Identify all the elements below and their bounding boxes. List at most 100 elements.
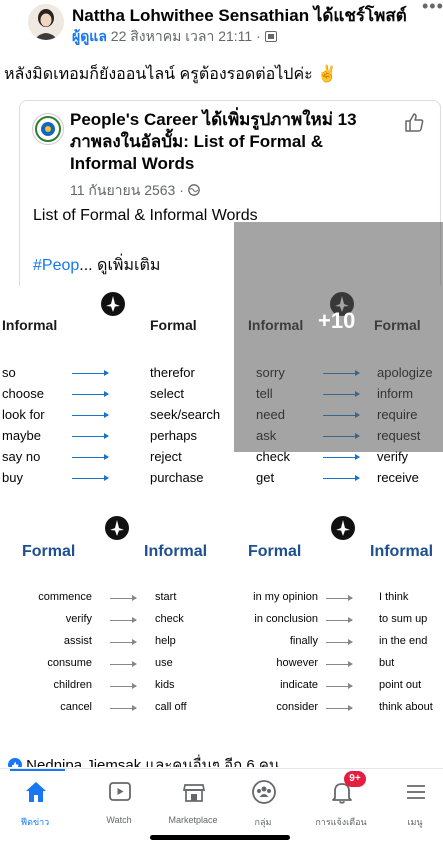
home-indicator xyxy=(150,835,290,840)
tab-groups[interactable]: กลุ่ม xyxy=(228,769,298,829)
tab-watch[interactable]: Watch xyxy=(84,769,154,829)
more-photos-count[interactable]: +10 xyxy=(318,308,355,334)
word-right: call off xyxy=(155,701,187,713)
arrow-icon xyxy=(326,594,353,601)
audience-icon xyxy=(264,28,277,44)
tab-label: ฟีดข่าว xyxy=(20,817,50,827)
arrow-icon xyxy=(72,474,109,481)
word-left: choose xyxy=(2,386,44,401)
column-heading: Informal xyxy=(370,543,434,560)
likers-summary[interactable]: Nednipa Jiemsak และคนอื่นๆ อีก 6 คน xyxy=(8,753,279,767)
word-left: maybe xyxy=(2,428,42,443)
word-right: help xyxy=(155,635,176,647)
word-right: therefor xyxy=(150,365,195,380)
word-right: select xyxy=(150,386,184,401)
word-left: in conclusion xyxy=(254,613,318,625)
tab-label: Watch xyxy=(106,815,132,825)
post-timestamp[interactable]: 22 สิงหาคม เวลา 21:11 · xyxy=(111,28,261,44)
word-left: so xyxy=(2,365,16,380)
word-left: consider xyxy=(276,701,318,713)
arrow-icon xyxy=(326,638,353,645)
word-right: start xyxy=(155,591,177,603)
photo-tile-1[interactable]: Informal Formal so therefor choose select look… xyxy=(0,287,230,507)
post-card: Nattha Lohwithee Sensathian ได้แชร์โพสต์… xyxy=(0,0,443,847)
column-heading: Formal xyxy=(150,317,197,333)
word-left: look for xyxy=(2,407,45,422)
tab-label: การแจ้งเตือน xyxy=(315,817,367,827)
poster-avatar[interactable] xyxy=(28,4,64,40)
career-logo-icon xyxy=(330,515,356,541)
home-icon xyxy=(23,779,49,805)
career-logo-icon xyxy=(104,515,130,541)
word-left: verify xyxy=(65,613,92,625)
word-right: purchase xyxy=(150,470,204,485)
word-right: seek/search xyxy=(150,407,221,422)
reaction-like-icon xyxy=(8,757,22,767)
word-left: get xyxy=(256,470,275,485)
notification-badge: 9+ xyxy=(344,771,366,787)
word-left: commence xyxy=(38,591,92,603)
word-right: but xyxy=(379,657,395,669)
arrow-icon xyxy=(110,704,137,711)
tab-menu[interactable]: เมนู xyxy=(380,769,443,829)
tab-marketplace[interactable]: Marketplace xyxy=(158,769,228,829)
arrow-icon xyxy=(326,682,353,689)
word-right: kids xyxy=(155,679,175,691)
word-left: consume xyxy=(47,657,92,669)
arrow-icon xyxy=(110,660,137,667)
column-heading: Formal xyxy=(248,543,302,560)
arrow-icon xyxy=(110,682,137,689)
tab-label: กลุ่ม xyxy=(254,817,272,827)
tab-notifications[interactable]: 9+ การแจ้งเตือน xyxy=(306,769,376,829)
like-icon[interactable] xyxy=(403,111,425,133)
more-photos-overlay[interactable] xyxy=(234,222,443,452)
arrow-icon xyxy=(72,432,109,439)
word-left: however xyxy=(276,657,318,669)
tab-news-feed[interactable]: ฟีดข่าว xyxy=(0,769,70,829)
word-left: in my opinion xyxy=(253,591,318,603)
word-right: point out xyxy=(379,679,422,691)
shared-post-text: List of Formal & Informal Words xyxy=(33,207,258,224)
arrow-icon xyxy=(72,453,109,460)
photo-tile-3[interactable]: Formal Informal commence start verify check as… xyxy=(0,509,230,739)
arrow-icon xyxy=(323,474,360,481)
likers-text: Nednipa Jiemsak และคนอื่นๆ อีก 6 คน xyxy=(26,757,280,767)
hashtag-link[interactable]: #Peop xyxy=(33,257,79,274)
word-right: to sum up xyxy=(379,613,428,625)
word-left: finally xyxy=(289,635,318,647)
page-avatar[interactable] xyxy=(32,113,64,145)
column-heading: Informal xyxy=(144,543,208,560)
tab-label: เมนู xyxy=(407,817,423,827)
see-more-link[interactable]: ... ดูเพิ่มเติม xyxy=(79,257,160,274)
arrow-icon xyxy=(110,638,137,645)
word-left: buy xyxy=(2,470,23,485)
career-logo-icon xyxy=(100,291,126,317)
column-heading: Informal xyxy=(2,317,58,333)
arrow-icon xyxy=(326,660,353,667)
arrow-icon xyxy=(326,704,353,711)
public-icon xyxy=(187,182,200,198)
word-right: check xyxy=(155,613,184,625)
tab-label: Marketplace xyxy=(168,815,218,825)
arrow-icon xyxy=(323,453,360,460)
column-heading: Formal xyxy=(22,543,76,560)
word-right: I think xyxy=(379,591,409,603)
shared-date-text: 11 กันยายน 2563 · xyxy=(70,182,184,198)
shared-post-title[interactable]: People's Career ได้เพิ่มรูปภาพใหม่ 13 ภา… xyxy=(70,109,370,175)
more-options-icon[interactable]: ••• xyxy=(422,0,443,17)
word-right: in the end xyxy=(379,635,428,647)
photo-tile-4[interactable]: Formal Informal in my opinion I think in con… xyxy=(234,509,443,739)
post-caption: หลังมิดเทอมก็ยังออนไลน์ ครูต้องรอดต่อไปค… xyxy=(4,66,338,83)
arrow-icon xyxy=(72,411,109,418)
word-left: say no xyxy=(2,449,41,464)
arrow-icon xyxy=(326,616,353,623)
word-left: assist xyxy=(63,635,92,647)
watch-icon xyxy=(107,779,133,805)
word-left: indicate xyxy=(280,679,318,691)
word-left: children xyxy=(53,679,92,691)
word-right: think about xyxy=(379,701,433,713)
word-right: reject xyxy=(150,449,182,464)
arrow-icon xyxy=(110,616,137,623)
poster-name[interactable]: Nattha Lohwithee Sensathian ได้แชร์โพสต์ xyxy=(72,2,407,29)
menu-icon xyxy=(403,779,429,805)
